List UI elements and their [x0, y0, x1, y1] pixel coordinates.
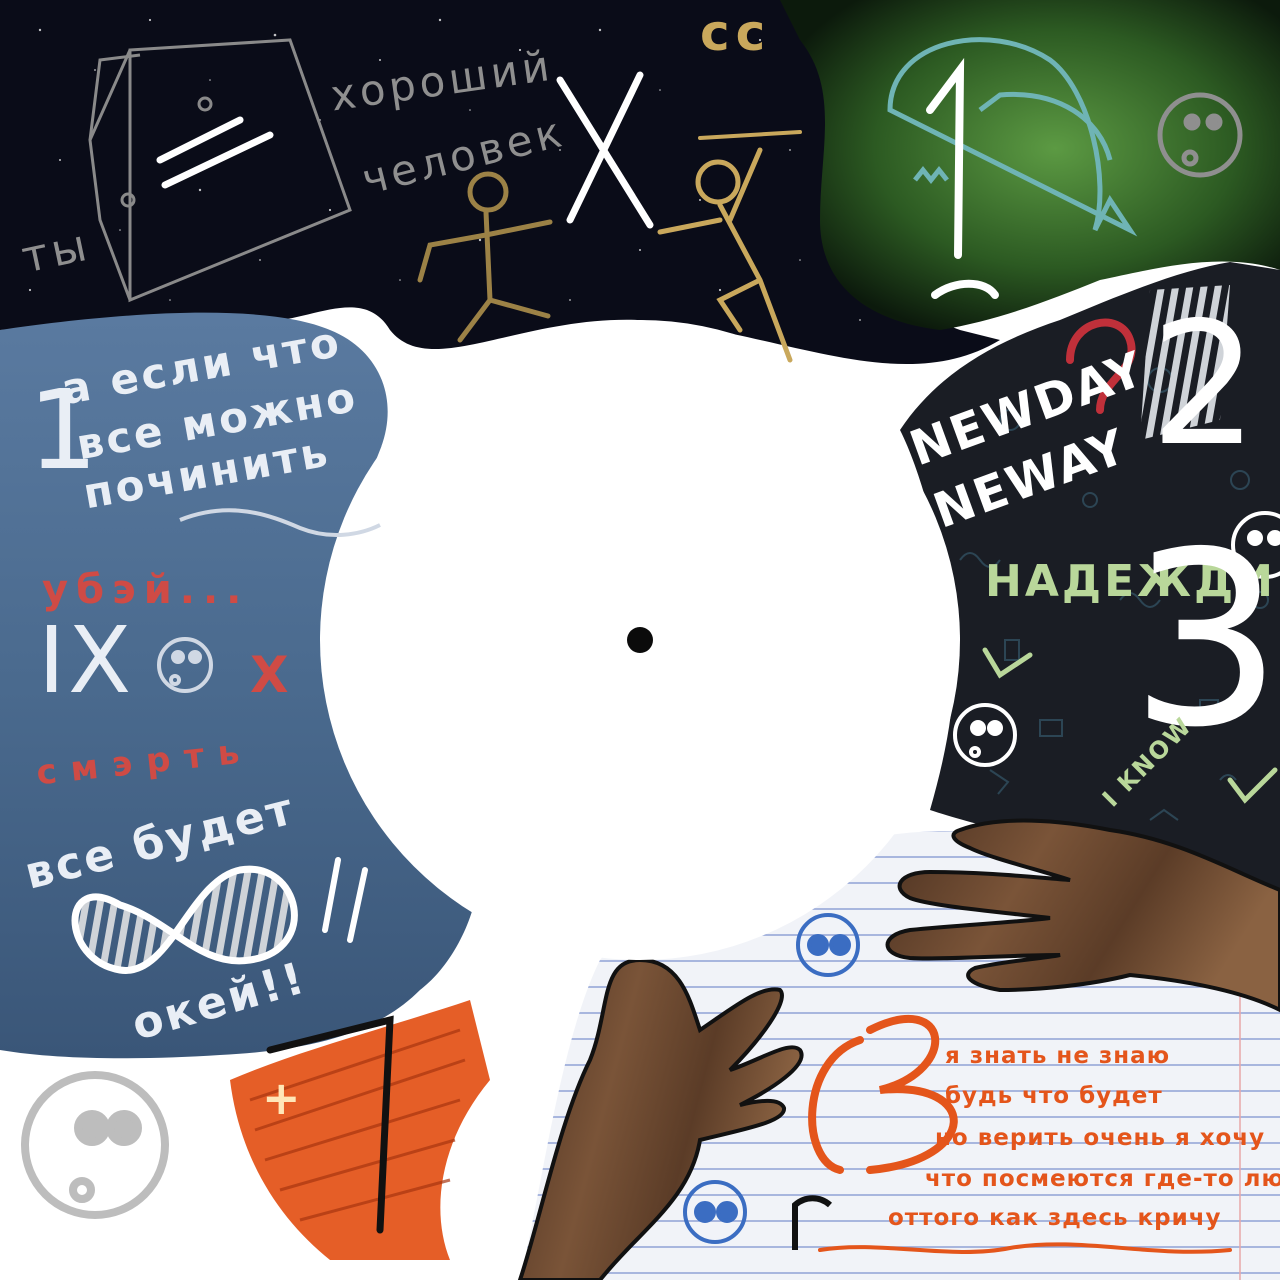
orange-plus: + [262, 1071, 301, 1125]
numeral-three: 3 [1130, 500, 1280, 780]
gold-cc: cc [700, 4, 772, 62]
vinyl-spindle-hole [627, 627, 653, 653]
red-x: X [250, 646, 297, 704]
smiley-face-bottom-left [21, 1071, 169, 1219]
album-cover: ты хороший человек cc 1 а если что все м… [0, 0, 1280, 1280]
red-word-top: убэй... [42, 567, 250, 613]
roman-numeral-nine: IX [38, 607, 135, 714]
note-line-2: будь что будет [945, 1083, 1163, 1109]
note-line-1: я знать не знаю [945, 1043, 1171, 1069]
note-line-3: но верить очень я хочу [935, 1125, 1266, 1151]
note-line-4: что посмеются где-то люди [925, 1166, 1280, 1192]
numeral-two: 2 [1150, 286, 1259, 484]
note-line-5: оттого как здесь кричу [888, 1205, 1222, 1231]
